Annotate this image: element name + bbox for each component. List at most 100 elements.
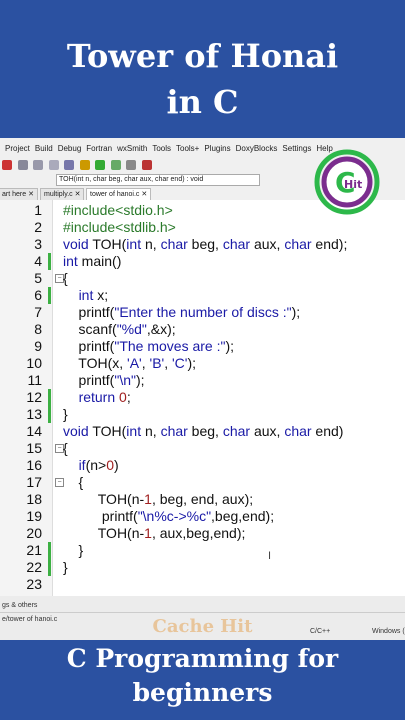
- code-editor[interactable]: 1 #include<stdio.h> 2 #include<stdlib.h> 3 vo…: [0, 200, 405, 596]
- line-number: 21: [26, 542, 42, 558]
- code-line[interactable]: 6 int x;: [0, 287, 405, 304]
- line-number: 20: [26, 525, 42, 541]
- menu-item-fortran[interactable]: Fortran: [86, 144, 112, 153]
- menu-item-project[interactable]: Project: [5, 144, 30, 153]
- code-line[interactable]: 13}: [0, 406, 405, 423]
- function-selector[interactable]: TOH(int n, char beg, char aux, char end)…: [56, 174, 260, 186]
- code-line[interactable]: 3 void TOH(int n, char beg, char aux, cha…: [0, 236, 405, 253]
- line-number: 23: [26, 576, 42, 592]
- code-text: {: [63, 270, 68, 286]
- footer-banner: C Programming for beginners: [0, 640, 405, 720]
- line-number: 17: [26, 474, 42, 490]
- footer-line-1: C Programming for: [66, 644, 339, 673]
- change-marker: [48, 542, 51, 559]
- copy-icon[interactable]: [17, 160, 28, 170]
- line-number: 7: [34, 304, 42, 320]
- code-line[interactable]: 23: [0, 576, 405, 593]
- build-icon[interactable]: [79, 160, 90, 170]
- code-line[interactable]: 22}: [0, 559, 405, 576]
- line-number: 8: [34, 321, 42, 337]
- code-line[interactable]: 19 printf("\n%c->%c",beg,end);: [0, 508, 405, 525]
- menu-item-toolsplus[interactable]: Tools+: [176, 144, 199, 153]
- menu-item-doxyblocks[interactable]: DoxyBlocks: [236, 144, 278, 153]
- menu-item-settings[interactable]: Settings: [282, 144, 311, 153]
- change-marker: [48, 287, 51, 304]
- code-text: {: [63, 440, 68, 456]
- code-line[interactable]: 7 printf("Enter the number of discs :");: [0, 304, 405, 321]
- code-line[interactable]: 16 if(n>0): [0, 457, 405, 474]
- line-number: 1: [34, 202, 42, 218]
- code-line[interactable]: 15−{: [0, 440, 405, 457]
- code-text: }: [63, 542, 84, 558]
- title-banner: Tower of Honai in C: [0, 0, 405, 138]
- code-text: #include<stdlib.h>: [63, 219, 176, 235]
- line-number: 12: [26, 389, 42, 405]
- code-line[interactable]: 8 scanf("%d",&x);: [0, 321, 405, 338]
- find-icon[interactable]: [48, 160, 59, 170]
- change-marker: [48, 406, 51, 423]
- tab-label: art here: [2, 191, 27, 198]
- code-text: printf("Enter the number of discs :");: [63, 304, 301, 320]
- code-line[interactable]: 5−{: [0, 270, 405, 287]
- menu-item-tools[interactable]: Tools: [152, 144, 171, 153]
- code-text: printf("The moves are :");: [63, 338, 235, 354]
- abort-icon[interactable]: [141, 160, 152, 170]
- change-marker: [48, 389, 51, 406]
- line-number: 22: [26, 559, 42, 575]
- code-line[interactable]: 17− {: [0, 474, 405, 491]
- logo-text: Hit: [344, 178, 362, 191]
- code-text: return 0;: [78, 389, 131, 405]
- code-text: int x;: [78, 287, 109, 303]
- footer-line-2: beginners: [132, 678, 273, 707]
- code-line[interactable]: 12 return 0;: [0, 389, 405, 406]
- line-number: 9: [34, 338, 42, 354]
- change-marker: [48, 559, 51, 576]
- line-number: 11: [27, 372, 42, 388]
- replace-icon[interactable]: [64, 160, 75, 170]
- line-number: 15: [26, 440, 42, 456]
- line-number: 4: [34, 253, 42, 269]
- menu-item-debug[interactable]: Debug: [58, 144, 82, 153]
- run-icon[interactable]: [95, 160, 106, 170]
- code-line[interactable]: 18 TOH(n-1, beg, end, aux);: [0, 491, 405, 508]
- code-text: {: [63, 474, 84, 490]
- code-text: scanf("%d",&x);: [63, 321, 176, 337]
- build-run-icon[interactable]: [110, 160, 121, 170]
- line-number: 5: [34, 270, 42, 286]
- code-line[interactable]: 11 printf("\n");: [0, 372, 405, 389]
- code-text: TOH(n-1, beg, end, aux);: [63, 491, 254, 507]
- menu-item-wxsmith[interactable]: wxSmith: [117, 144, 147, 153]
- code-line[interactable]: 2 #include<stdlib.h>: [0, 219, 405, 236]
- code-line[interactable]: 9 printf("The moves are :");: [0, 338, 405, 355]
- code-text: int main(): [63, 253, 122, 269]
- line-number: 6: [34, 287, 42, 303]
- change-marker: [48, 253, 51, 270]
- rebuild-icon[interactable]: [126, 160, 137, 170]
- text-cursor-icon: I: [268, 550, 272, 562]
- code-line[interactable]: 10 TOH(x, 'A', 'B', 'C');: [0, 355, 405, 372]
- title-line-1: Tower of Honai: [66, 37, 339, 75]
- paste-icon[interactable]: [33, 160, 44, 170]
- code-text: void TOH(int n, char beg, char aux, char…: [63, 236, 348, 252]
- tab-label: tower of hanoi.c: [90, 191, 140, 198]
- code-text: if(n>0): [78, 457, 119, 473]
- line-number: 16: [26, 457, 42, 473]
- code-line[interactable]: 21 }: [0, 542, 405, 559]
- line-number: 18: [26, 491, 42, 507]
- code-text: printf("\n%c->%c",beg,end);: [63, 508, 275, 524]
- code-text: }: [63, 559, 68, 575]
- code-line[interactable]: 20 TOH(n-1, aux,beg,end);: [0, 525, 405, 542]
- code-line[interactable]: 4 int main(): [0, 253, 405, 270]
- code-line[interactable]: 14 void TOH(int n, char beg, char aux, ch…: [0, 423, 405, 440]
- line-number: 3: [34, 236, 42, 252]
- line-number: 13: [26, 406, 42, 422]
- title-line-2: in C: [166, 83, 239, 121]
- logs-panel-tab[interactable]: gs & others: [0, 602, 405, 613]
- line-number: 2: [34, 219, 42, 235]
- code-text: #include<stdio.h>: [63, 202, 173, 218]
- code-text: TOH(x, 'A', 'B', 'C');: [63, 355, 197, 371]
- menu-item-build[interactable]: Build: [35, 144, 53, 153]
- code-text: TOH(n-1, aux,beg,end);: [63, 525, 246, 541]
- menu-item-plugins[interactable]: Plugins: [204, 144, 230, 153]
- cut-icon[interactable]: [2, 160, 12, 170]
